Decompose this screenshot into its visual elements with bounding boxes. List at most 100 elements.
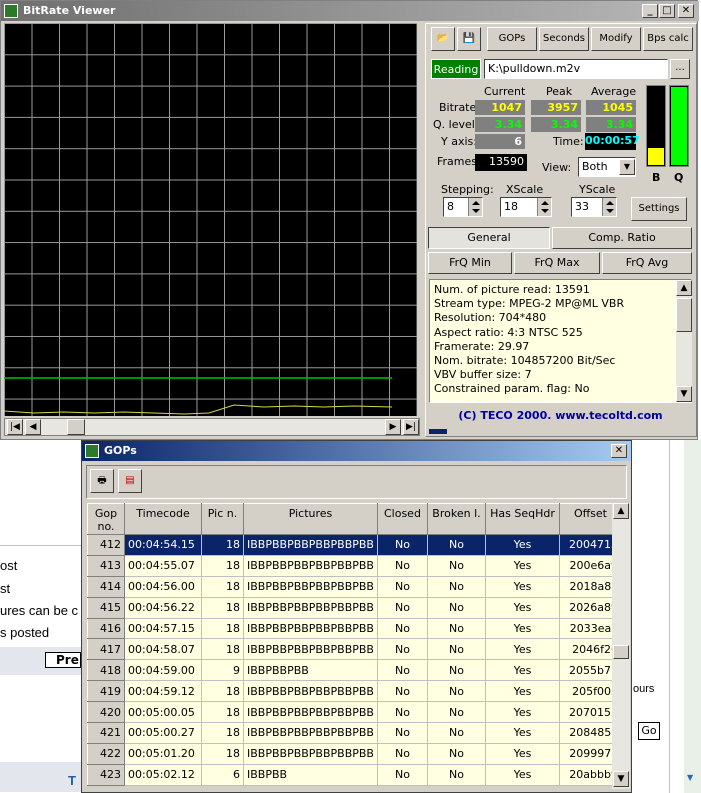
scroll-thumb[interactable] [67, 419, 85, 435]
plot-scrollbar[interactable]: |◀ ◀ ▶ ▶| [4, 418, 420, 436]
scroll-last-icon[interactable]: ▶| [403, 419, 419, 435]
table-cell: Yes [485, 576, 560, 598]
tab-frq-max[interactable]: FrQ Max [514, 252, 600, 274]
maximize-icon[interactable]: □ [659, 4, 675, 18]
col-broken-link[interactable]: Broken l. [426, 503, 486, 535]
table-row[interactable]: 416 00:04:57.15 18 IBBPBBPBBPBBPBBPBB No No Ye… [87, 617, 622, 640]
settings-button[interactable]: Settings [631, 197, 687, 221]
scroll-down-icon[interactable]: ▼ [613, 771, 629, 787]
tab-frq-avg[interactable]: FrQ Avg [602, 252, 692, 274]
info-scrollbar[interactable]: ▲ ▼ [676, 280, 692, 402]
col-has-seqhdr[interactable]: Has SeqHdr [484, 503, 560, 535]
export-icon[interactable]: ▤ [118, 469, 142, 493]
tab-comp-ratio[interactable]: Comp. Ratio [552, 227, 692, 249]
page-scrollbar[interactable]: ▼ [684, 440, 701, 793]
table-cell: No [427, 722, 486, 744]
plot-lines [4, 377, 393, 415]
table-cell: Yes [485, 555, 560, 577]
info-line: Nom. bitrate: 104857200 Bit/Sec [434, 354, 616, 368]
table-cell: 18 [201, 618, 244, 640]
col-closed[interactable]: Closed [376, 503, 428, 535]
table-row[interactable]: 417 00:04:58.07 18 IBBPBBPBBPBBPBBPBB No No Ye… [87, 638, 622, 661]
table-row[interactable]: 413 00:04:55.07 18 IBBPBBPBBPBBPBBPBB No No Ye… [87, 554, 622, 577]
table-cell: Yes [485, 701, 560, 724]
table-row[interactable]: 421 00:05:00.27 18 IBBPBBPBBPBBPBBPBB No No Ye… [87, 722, 622, 744]
scroll-up-icon[interactable]: ▲ [676, 280, 692, 296]
scroll-first-icon[interactable]: |◀ [7, 419, 23, 435]
table-cell: No [427, 534, 486, 556]
stepping-input[interactable]: 8 [443, 197, 483, 217]
save-disk-icon[interactable]: 💾 [457, 27, 481, 51]
table-cell: 18 [201, 597, 244, 619]
bps-calc-button[interactable]: Bps calc [643, 27, 693, 51]
table-row[interactable]: 414 00:04:56.00 18 IBBPBBPBBPBBPBBPBB No No Ye… [87, 575, 622, 598]
scroll-left-icon[interactable]: ◀ [25, 419, 41, 435]
bg-line-4: s posted [0, 625, 50, 640]
yscale-input[interactable]: 33 [571, 197, 617, 217]
gops-button[interactable]: GOPs [487, 27, 537, 51]
view-select[interactable]: Both ▼ [578, 157, 636, 177]
seconds-button[interactable]: Seconds [539, 27, 589, 51]
info-scroll-thumb[interactable] [676, 298, 692, 332]
time-label: Time: [553, 135, 584, 148]
col-gop-no[interactable]: Gop no. [87, 503, 125, 535]
col-timecode[interactable]: Timecode [124, 503, 202, 535]
table-cell: No [377, 743, 428, 765]
table-cell: IBBPBBPBBPBBPBBPBB [243, 701, 378, 724]
prev-button[interactable]: Pre [45, 652, 81, 668]
table-row[interactable]: 412 00:04:54.15 18 IBBPBBPBBPBBPBBPBB No No Ye… [87, 534, 622, 556]
table-row[interactable]: 415 00:04:56.22 18 IBBPBBPBBPBBPBBPBB No No Ye… [87, 596, 622, 619]
bitrate-plot[interactable] [4, 23, 417, 416]
info-line: Num. of picture read: 13591 [434, 283, 590, 296]
xscale-label: XScale [506, 183, 544, 196]
scroll-up-icon[interactable]: ▲ [613, 503, 629, 519]
close-icon[interactable]: ✕ [611, 444, 627, 458]
xscale-input[interactable]: 18 [500, 197, 552, 217]
go-button[interactable]: Go [638, 722, 660, 740]
table-cell: 00:05:02.12 [124, 764, 202, 786]
scroll-down-icon[interactable]: ▼ [676, 386, 692, 402]
tab-frq-min[interactable]: FrQ Min [428, 252, 512, 274]
bg-footer-bar [0, 762, 90, 792]
xscale-spinner[interactable] [537, 198, 551, 216]
open-folder-icon[interactable]: 📂 [431, 27, 455, 51]
browse-button[interactable]: ... [670, 59, 690, 79]
bitrate-label: Bitrate: [439, 101, 480, 114]
print-icon[interactable]: 🖶 [90, 469, 114, 493]
yscale-spinner[interactable] [602, 198, 616, 216]
divider [669, 440, 670, 793]
b-meter [646, 85, 666, 167]
table-row[interactable]: 423 00:05:02.12 6 IBBPBB No No Yes 20abbb9 [87, 763, 622, 786]
close-icon[interactable]: ✕ [678, 4, 694, 18]
table-cell: 416 [87, 617, 125, 640]
table-cell: No [427, 764, 486, 786]
modify-button[interactable]: Modify [591, 27, 641, 51]
col-pic-n[interactable]: Pic n. [201, 503, 244, 535]
chevron-down-icon[interactable]: ▼ [619, 159, 635, 175]
gops-scroll-thumb[interactable] [613, 645, 629, 659]
minimize-icon[interactable]: _ [642, 4, 658, 18]
file-path-field[interactable]: K:\pulldown.m2v [484, 59, 668, 79]
info-line: Constrained param. flag: No [434, 382, 590, 396]
gops-scrollbar[interactable]: ▲ ▼ [612, 503, 630, 789]
scroll-down-arrow-icon[interactable]: ▼ [687, 773, 697, 783]
time-value: 00:00:57 [585, 133, 640, 150]
qlevel-label: Q. level: [433, 118, 479, 131]
table-row[interactable]: 420 00:05:00.05 18 IBBPBBPBBPBBPBBPBB No No Ye… [87, 701, 622, 724]
divider [0, 545, 90, 546]
table-row[interactable]: 422 00:05:01.20 18 IBBPBBPBBPBBPBBPBB No No Ye… [87, 742, 622, 765]
table-cell: 18 [201, 534, 244, 556]
col-pictures[interactable]: Pictures [243, 503, 378, 535]
tab-general[interactable]: General [428, 227, 550, 249]
table-cell: 00:04:54.15 [124, 534, 202, 556]
bitrate-peak: 3957 [531, 100, 581, 115]
table-row[interactable]: 418 00:04:59.00 9 IBBPBBPBB No No Yes 2055b7b [87, 659, 622, 682]
table-cell: IBBPBBPBBPBBPBBPBB [243, 534, 378, 556]
scroll-right-icon[interactable]: ▶ [385, 419, 401, 435]
stepping-spinner[interactable] [468, 198, 482, 216]
info-line: VBV buffer size: 7 [434, 368, 532, 382]
peak-header: Peak [546, 85, 573, 98]
table-row[interactable]: 419 00:04:59.12 18 IBBPBBPBBPBBPBBPBB No No Ye… [87, 680, 622, 703]
table-cell: No [377, 555, 428, 577]
table-cell: No [377, 764, 428, 786]
